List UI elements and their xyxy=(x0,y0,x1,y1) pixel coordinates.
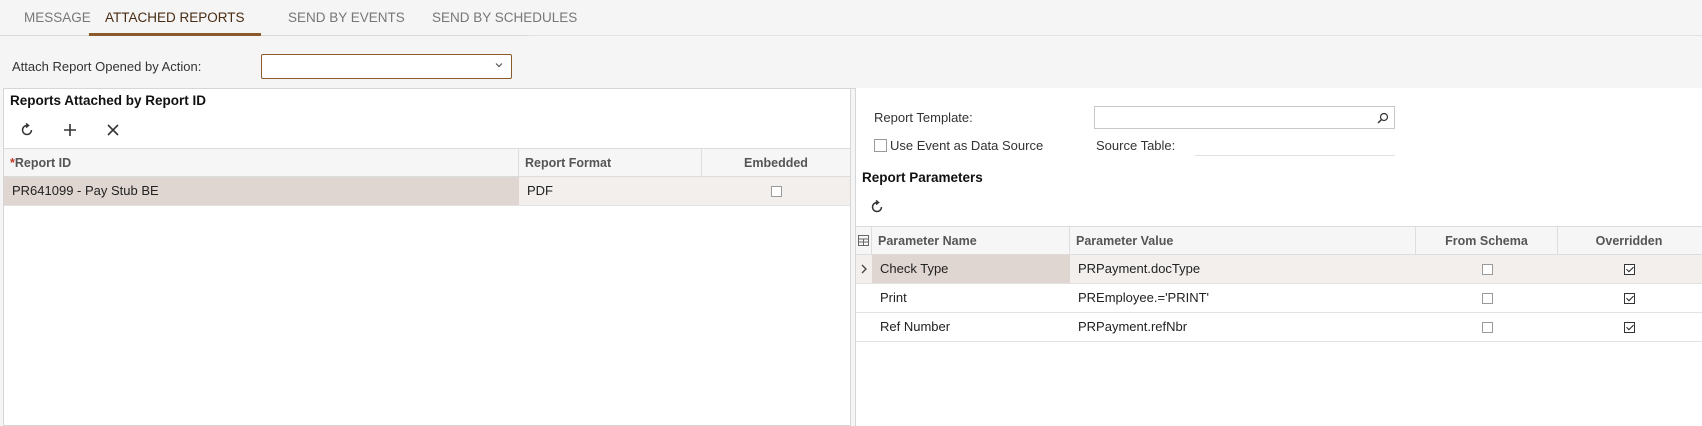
params-refresh-button[interactable] xyxy=(864,194,890,220)
parameter-value-cell[interactable]: PRPayment.docType xyxy=(1070,255,1416,283)
report-template-label: Report Template: xyxy=(874,110,973,125)
attach-action-label: Attach Report Opened by Action: xyxy=(12,59,202,74)
overridden-cell xyxy=(1558,284,1700,312)
params-grid-header: Parameter Name Parameter Value From Sche… xyxy=(856,226,1702,255)
attach-action-select[interactable] xyxy=(261,54,512,79)
table-row[interactable]: Check Type PRPayment.docType xyxy=(856,255,1702,284)
col-report-id[interactable]: *Report ID xyxy=(4,149,519,176)
from-schema-cell xyxy=(1416,284,1558,312)
columns-icon xyxy=(858,235,869,246)
plus-icon xyxy=(64,124,76,136)
col-parameter-name[interactable]: Parameter Name xyxy=(872,227,1070,254)
tab-attached-reports[interactable]: ATTACHED REPORTS xyxy=(89,0,261,36)
report-id-cell[interactable]: PR641099 - Pay Stub BE xyxy=(4,177,519,205)
reports-grid-header: *Report ID Report Format Embedded xyxy=(4,148,850,177)
col-from-schema[interactable]: From Schema xyxy=(1416,227,1558,254)
tab-bar-divider xyxy=(529,35,1702,36)
from-schema-cell xyxy=(1416,313,1558,341)
refresh-button[interactable] xyxy=(14,117,40,143)
parameter-name-cell[interactable]: Check Type xyxy=(872,255,1070,283)
parameter-value-cell[interactable]: PRPayment.refNbr xyxy=(1070,313,1416,341)
from-schema-cell xyxy=(1416,255,1558,283)
col-embedded[interactable]: Embedded xyxy=(702,149,850,176)
close-icon xyxy=(107,124,119,136)
refresh-icon xyxy=(21,122,33,136)
report-parameters-title: Report Parameters xyxy=(862,170,983,185)
col-report-format[interactable]: Report Format xyxy=(519,149,702,176)
table-row[interactable]: PR641099 - Pay Stub BE PDF xyxy=(4,177,850,206)
tab-message[interactable]: MESSAGE xyxy=(24,0,91,36)
from-schema-checkbox[interactable] xyxy=(1481,321,1493,333)
overridden-checkbox[interactable] xyxy=(1623,321,1635,333)
report-format-cell[interactable]: PDF xyxy=(519,177,702,205)
source-table-label: Source Table: xyxy=(1096,138,1176,153)
overridden-checkbox[interactable] xyxy=(1623,292,1635,304)
table-row[interactable]: Print PREmployee.='PRINT' xyxy=(856,284,1702,313)
source-table-value xyxy=(1195,136,1395,156)
embedded-cell xyxy=(702,177,850,205)
tab-bar: MESSAGE ATTACHED REPORTS SEND BY EVENTS … xyxy=(0,0,577,36)
table-row[interactable]: Ref Number PRPayment.refNbr xyxy=(856,313,1702,342)
parameter-name-cell[interactable]: Print xyxy=(872,284,1070,312)
use-event-checkbox[interactable] xyxy=(874,139,887,152)
parameter-name-cell[interactable]: Ref Number xyxy=(872,313,1070,341)
from-schema-checkbox[interactable] xyxy=(1481,292,1493,304)
col-overridden[interactable]: Overridden xyxy=(1558,227,1700,254)
overridden-checkbox[interactable] xyxy=(1623,263,1635,275)
row-indicator-icon xyxy=(856,255,872,283)
chevron-down-icon xyxy=(494,60,504,73)
use-event-toggle[interactable]: Use Event as Data Source xyxy=(874,138,1043,153)
from-schema-checkbox[interactable] xyxy=(1481,263,1493,275)
column-settings-button[interactable] xyxy=(856,227,872,254)
col-parameter-value[interactable]: Parameter Value xyxy=(1070,227,1416,254)
parameter-value-cell[interactable]: PREmployee.='PRINT' xyxy=(1070,284,1416,312)
report-template-input[interactable] xyxy=(1094,106,1395,129)
reports-attached-panel: Reports Attached by Report ID *Report ID… xyxy=(3,88,851,426)
overridden-cell xyxy=(1558,255,1700,283)
tab-send-by-schedules[interactable]: SEND BY SCHEDULES xyxy=(432,0,577,36)
search-icon xyxy=(1377,112,1389,124)
reports-attached-title: Reports Attached by Report ID xyxy=(10,93,207,108)
report-parameters-panel: Report Template: Use Event as Data Sourc… xyxy=(855,88,1702,426)
add-row-button[interactable] xyxy=(57,117,83,143)
tab-send-by-events[interactable]: SEND BY EVENTS xyxy=(288,0,405,36)
embedded-checkbox[interactable] xyxy=(770,185,782,197)
overridden-cell xyxy=(1558,313,1700,341)
delete-row-button[interactable] xyxy=(100,117,126,143)
refresh-icon xyxy=(871,199,883,213)
use-event-label: Use Event as Data Source xyxy=(890,138,1044,153)
